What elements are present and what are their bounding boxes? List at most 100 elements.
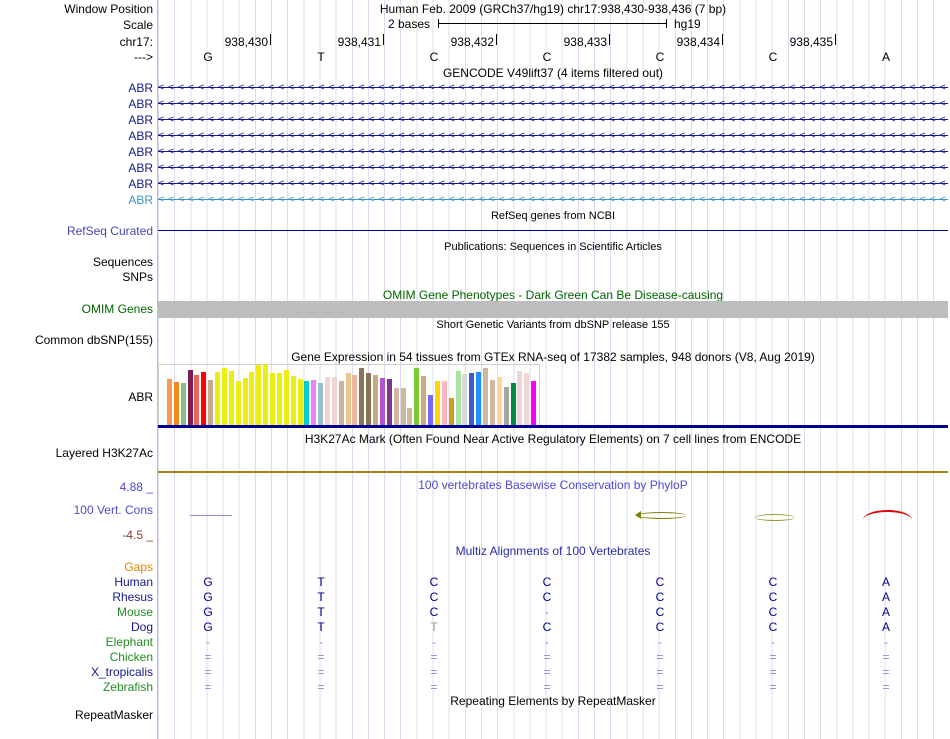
gtex-tissue-bar[interactable] bbox=[510, 383, 516, 425]
gtex-tissue-bar[interactable] bbox=[325, 377, 330, 425]
gtex-tissue-bar[interactable] bbox=[173, 382, 179, 425]
gtex-tissue-bar[interactable] bbox=[167, 379, 172, 425]
track-label-abr-transcript[interactable]: ABR bbox=[128, 113, 153, 127]
h3k27ac-signal-line[interactable] bbox=[158, 471, 948, 473]
gtex-tissue-bar[interactable] bbox=[345, 373, 351, 425]
gencode-transcript-arrow-line[interactable]: <<<<<<<<<<<<<<<<<<<<<<<<<<<<<<<<<<<<<<<<… bbox=[158, 115, 948, 125]
gtex-tissue-bar[interactable] bbox=[215, 372, 221, 425]
gencode-transcript-arrow-line[interactable]: <<<<<<<<<<<<<<<<<<<<<<<<<<<<<<<<<<<<<<<<… bbox=[158, 131, 948, 141]
track-label-100-vert-cons[interactable]: 100 Vert. Cons bbox=[74, 503, 153, 517]
gtex-tissue-bar[interactable] bbox=[338, 381, 344, 425]
gtex-tissue-bar[interactable] bbox=[235, 381, 241, 425]
phylop-mark-arc[interactable] bbox=[863, 510, 912, 520]
gtex-tissue-bar[interactable] bbox=[462, 374, 468, 425]
gtex-tissue-bar[interactable] bbox=[304, 381, 310, 425]
multiz-species-label-zebrafish[interactable]: Zebrafish bbox=[103, 680, 153, 694]
gtex-tissue-bar[interactable] bbox=[496, 377, 502, 425]
gtex-tissue-bar[interactable] bbox=[201, 372, 207, 425]
track-label-abr-transcript[interactable]: ABR bbox=[128, 97, 153, 111]
gtex-tissue-bar[interactable] bbox=[352, 375, 358, 425]
gtex-tissue-bar[interactable] bbox=[428, 395, 434, 425]
gtex-tissue-bar[interactable] bbox=[297, 379, 303, 425]
track-label-abr-transcript[interactable]: ABR bbox=[128, 129, 153, 143]
gtex-tissue-bar[interactable] bbox=[256, 365, 262, 425]
gtex-tissue-bar[interactable] bbox=[290, 376, 296, 425]
gtex-tissue-bar[interactable] bbox=[359, 368, 365, 425]
gtex-tissue-bar[interactable] bbox=[393, 388, 399, 425]
track-label-sequences[interactable]: Sequences bbox=[93, 255, 153, 269]
gencode-transcript-arrow-line[interactable]: <<<<<<<<<<<<<<<<<<<<<<<<<<<<<<<<<<<<<<<<… bbox=[158, 179, 948, 189]
multiz-species-label-chicken[interactable]: Chicken bbox=[110, 650, 153, 664]
track-label-abr-transcript[interactable]: ABR bbox=[128, 145, 153, 159]
track-label-abr-transcript[interactable]: ABR bbox=[128, 161, 153, 175]
gtex-tissue-bar[interactable] bbox=[263, 364, 269, 425]
track-label-abr-transcript[interactable]: ABR bbox=[128, 81, 153, 95]
gtex-tissue-bar[interactable] bbox=[476, 372, 482, 425]
gtex-tissue-bar[interactable] bbox=[311, 380, 317, 425]
gtex-tissue-bar[interactable] bbox=[331, 377, 337, 425]
multiz-species-label-x_tropicalis[interactable]: X_tropicalis bbox=[91, 665, 153, 679]
gtex-tissue-bar[interactable] bbox=[208, 380, 214, 425]
gtex-tissue-bar[interactable] bbox=[414, 368, 420, 425]
gencode-transcript-arrow-line[interactable]: <<<<<<<<<<<<<<<<<<<<<<<<<<<<<<<<<<<<<<<<… bbox=[158, 163, 948, 173]
multiz-species-label-elephant[interactable]: Elephant bbox=[106, 635, 153, 649]
gtex-tissue-bar[interactable] bbox=[407, 408, 413, 425]
track-label-gaps[interactable]: Gaps bbox=[124, 560, 153, 574]
gtex-tissue-bar[interactable] bbox=[366, 373, 372, 425]
gtex-tissue-bar[interactable] bbox=[489, 380, 495, 425]
track-label-abr-transcript[interactable]: ABR bbox=[128, 177, 153, 191]
multiz-alignment-base: - bbox=[432, 635, 436, 649]
phylop-mark-lens[interactable] bbox=[755, 514, 795, 521]
gencode-transcript-arrow-line[interactable]: <<<<<<<<<<<<<<<<<<<<<<<<<<<<<<<<<<<<<<<<… bbox=[158, 83, 948, 93]
track-label-omim-genes[interactable]: OMIM Genes bbox=[82, 302, 153, 316]
gtex-tissue-bar[interactable] bbox=[524, 373, 530, 425]
gtex-tissue-bar[interactable] bbox=[270, 373, 276, 425]
gtex-tissue-bar[interactable] bbox=[469, 373, 475, 425]
gtex-tissue-bar[interactable] bbox=[441, 381, 447, 425]
phylop-mark-lens-arrow[interactable] bbox=[637, 512, 686, 519]
gtex-tissue-bar[interactable] bbox=[531, 381, 537, 425]
gtex-tissue-bar[interactable] bbox=[249, 372, 255, 425]
multiz-species-label-mouse[interactable]: Mouse bbox=[117, 605, 153, 619]
gtex-tissue-bar[interactable] bbox=[455, 371, 461, 425]
gtex-tissue-bar[interactable] bbox=[276, 373, 282, 425]
gtex-tissue-bar[interactable] bbox=[194, 375, 200, 425]
gtex-tissue-bar[interactable] bbox=[373, 375, 379, 425]
gtex-tissue-bar[interactable] bbox=[221, 368, 227, 425]
gtex-tissue-bar[interactable] bbox=[400, 388, 406, 425]
gtex-tissue-bar[interactable] bbox=[379, 378, 385, 425]
track-label-refseq-curated[interactable]: RefSeq Curated bbox=[67, 224, 153, 238]
gtex-tissue-bar[interactable] bbox=[448, 398, 454, 425]
gtex-tissue-bar[interactable] bbox=[283, 370, 289, 425]
gencode-transcript-arrow-line[interactable]: <<<<<<<<<<<<<<<<<<<<<<<<<<<<<<<<<<<<<<<<… bbox=[158, 99, 948, 109]
track-label-gtex-abr[interactable]: ABR bbox=[128, 390, 153, 404]
track-label-snps[interactable]: SNPs bbox=[122, 270, 153, 284]
gtex-tissue-bar[interactable] bbox=[187, 370, 193, 425]
multiz-species-label-rhesus[interactable]: Rhesus bbox=[112, 590, 153, 604]
track-label-layered-h3k27ac[interactable]: Layered H3K27Ac bbox=[56, 446, 153, 460]
gtex-tissue-bar[interactable] bbox=[386, 379, 392, 425]
gtex-tissue-bar[interactable] bbox=[242, 378, 248, 425]
gtex-tissue-bar[interactable] bbox=[421, 376, 427, 425]
multiz-species-label-dog[interactable]: Dog bbox=[131, 620, 153, 634]
gtex-tissue-bar[interactable] bbox=[434, 381, 440, 425]
multiz-species-label-human[interactable]: Human bbox=[114, 575, 153, 589]
strand-direction-label[interactable]: ---> bbox=[134, 50, 153, 64]
gtex-tissue-bar[interactable] bbox=[483, 368, 489, 425]
refseq-curated-gene-line[interactable] bbox=[158, 230, 948, 231]
browser-track-image[interactable]: Human Feb. 2009 (GRCh37/hg19) chr17:938,… bbox=[157, 0, 948, 739]
multiz-alignment-base: = bbox=[430, 680, 438, 694]
track-label-common-dbsnp[interactable]: Common dbSNP(155) bbox=[35, 333, 153, 347]
track-label-repeatmasker[interactable]: RepeatMasker bbox=[75, 708, 153, 722]
gtex-tissue-bar[interactable] bbox=[503, 387, 509, 425]
gtex-tissue-bar[interactable] bbox=[517, 371, 523, 425]
gtex-tissue-bar[interactable] bbox=[228, 371, 234, 425]
gtex-tissue-bar[interactable] bbox=[318, 383, 324, 425]
gencode-transcript-arrow-line[interactable]: <<<<<<<<<<<<<<<<<<<<<<<<<<<<<<<<<<<<<<<<… bbox=[158, 147, 948, 157]
multiz-alignment-base: A bbox=[881, 590, 891, 604]
track-label-abr-transcript[interactable]: ABR bbox=[128, 193, 153, 207]
phylop-mark-line[interactable] bbox=[190, 515, 232, 516]
omim-gene-bar[interactable] bbox=[158, 301, 948, 318]
gtex-tissue-bar[interactable] bbox=[180, 383, 186, 425]
gencode-transcript-arrow-line[interactable]: <<<<<<<<<<<<<<<<<<<<<<<<<<<<<<<<<<<<<<<<… bbox=[158, 195, 948, 205]
